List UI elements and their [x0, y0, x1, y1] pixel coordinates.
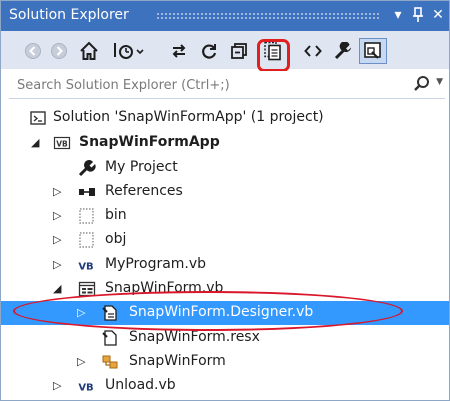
pending-changes-button[interactable]	[111, 39, 147, 63]
tree-item-label: SnapWinForm	[129, 353, 226, 369]
view-code-icon	[304, 45, 322, 57]
collapsed-arrow-icon[interactable]: ▷	[77, 355, 89, 369]
collapsed-arrow-icon[interactable]: ▷	[53, 258, 65, 272]
collapse-all-icon	[231, 43, 247, 59]
tree-item-label: My Project	[105, 159, 178, 175]
tree-item-label: Solution 'SnapWinFormApp' (1 project)	[53, 109, 324, 125]
svg-text:VB: VB	[78, 262, 93, 273]
properties-icon	[334, 42, 351, 60]
window-dropdown-button[interactable]: ▾	[389, 5, 407, 25]
search-input[interactable]	[17, 75, 397, 95]
view-code-button[interactable]	[301, 39, 325, 63]
wrench-icon	[78, 160, 96, 177]
pin-icon	[413, 7, 423, 22]
class-icon	[102, 355, 118, 369]
home-button[interactable]	[77, 39, 101, 63]
forward-button[interactable]	[47, 39, 71, 63]
resx-file-icon	[102, 330, 117, 346]
tree-item-myprogram[interactable]: ▷ VB MyProgram.vb	[1, 253, 449, 277]
pending-changes-icon	[114, 43, 144, 59]
preview-icon	[364, 42, 381, 59]
vb-project-icon: VB	[53, 136, 71, 150]
toolbar	[1, 31, 449, 69]
window-title: Solution Explorer	[9, 7, 129, 23]
collapsed-arrow-icon[interactable]: ▷	[53, 233, 65, 247]
tree-item-label: SnapWinForm.resx	[129, 329, 260, 345]
folder-dotted-icon	[79, 208, 94, 224]
collapsed-arrow-icon[interactable]: ▷	[53, 185, 65, 199]
collapsed-arrow-icon[interactable]: ▷	[53, 209, 65, 223]
expanded-arrow-icon[interactable]: ◢	[53, 282, 65, 296]
solution-explorer-window: Solution Explorer ▾ ✕ Search Solution Ex…	[0, 0, 450, 401]
collapsed-arrow-icon[interactable]: ▷	[53, 379, 65, 393]
tree-item-my-project[interactable]: My Project	[1, 156, 449, 180]
tree-item-obj[interactable]: ▷ obj	[1, 228, 449, 252]
tree-item-bin[interactable]: ▷ bin	[1, 204, 449, 228]
show-all-files-highlight	[257, 39, 290, 72]
tree-item-label: References	[105, 183, 183, 199]
tree-item-label: obj	[105, 231, 127, 247]
designer-highlight-ellipse	[13, 291, 403, 331]
vb-file-icon: VB	[78, 262, 93, 273]
tree-item-label: bin	[105, 207, 127, 223]
search-options-dropdown[interactable]: ▼	[436, 77, 443, 87]
folder-dotted-icon	[79, 232, 94, 248]
collapse-all-button[interactable]	[227, 39, 251, 63]
back-icon	[25, 43, 41, 59]
pin-button[interactable]	[409, 5, 427, 25]
title-grip[interactable]	[156, 12, 379, 20]
vb-file-icon: VB	[78, 383, 93, 394]
svg-text:VB: VB	[56, 140, 68, 149]
svg-text:VB: VB	[78, 383, 93, 394]
tree-item-label: MyProgram.vb	[105, 256, 207, 272]
home-icon	[80, 41, 98, 60]
title-bar: Solution Explorer ▾ ✕	[1, 1, 449, 31]
expanded-arrow-icon[interactable]: ◢	[31, 136, 43, 150]
back-button[interactable]	[21, 39, 45, 63]
tree-item-label: SnapWinFormApp	[79, 134, 220, 150]
tree-item-label: Unload.vb	[105, 377, 176, 393]
preview-button[interactable]	[359, 38, 387, 64]
references-icon	[79, 188, 95, 196]
sync-icon	[172, 44, 186, 58]
close-button[interactable]: ✕	[429, 5, 447, 25]
search-icon[interactable]	[413, 75, 431, 93]
sync-button[interactable]	[167, 39, 191, 63]
refresh-button[interactable]	[197, 39, 221, 63]
tree-item-snapwinform-class[interactable]: ▷ SnapWinForm	[1, 350, 449, 374]
properties-button[interactable]	[331, 39, 355, 63]
solution-tree: Solution 'SnapWinFormApp' (1 project) ◢ …	[1, 101, 449, 400]
tree-item-project[interactable]: ◢ VB SnapWinFormApp	[1, 131, 449, 155]
solution-icon	[30, 111, 46, 125]
tree-item-solution[interactable]: Solution 'SnapWinFormApp' (1 project)	[1, 106, 449, 130]
tree-item-unload[interactable]: ▷ VB Unload.vb	[1, 374, 449, 398]
tree-item-references[interactable]: ▷ References	[1, 180, 449, 204]
forward-icon	[51, 43, 67, 59]
refresh-icon	[202, 44, 217, 59]
search-box: ▼	[9, 71, 445, 99]
